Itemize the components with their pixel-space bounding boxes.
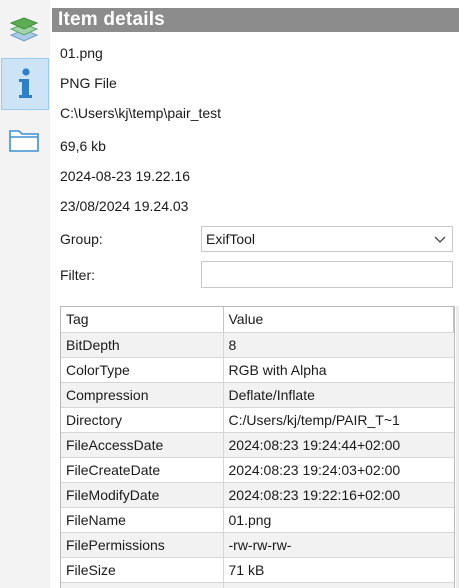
side-tab-info[interactable]	[1, 58, 49, 110]
file-type: PNG File	[60, 75, 117, 91]
side-tab-folder[interactable]	[0, 114, 48, 166]
file-modified-date: 2024-08-23 19.22.16	[60, 168, 190, 184]
filter-input[interactable]	[201, 261, 453, 288]
metadata-table: Tag Value BitDepth 8 ColorType RGB with Alp…	[60, 306, 455, 588]
table-row[interactable]: FileModifyDate 2024:08:23 19:22:16+02:00	[61, 482, 454, 508]
value-cell: 2024:08:23 19:22:16+02:00	[223, 482, 454, 508]
table-row[interactable]: ColorType RGB with Alpha	[61, 357, 454, 383]
table-row[interactable]: FilePermissions -rw-rw-rw-	[61, 532, 454, 558]
value-cell: 8	[223, 332, 454, 358]
value-cell: -rw-rw-rw-	[223, 532, 454, 558]
table-row[interactable]: FileCreateDate 2024:08:23 19:24:03+02:00	[61, 457, 454, 483]
value-cell: RGB with Alpha	[223, 357, 454, 383]
tag-cell	[61, 582, 224, 588]
tag-cell: FileCreateDate	[61, 457, 224, 483]
tag-cell: Compression	[61, 382, 224, 408]
table-row[interactable]	[61, 582, 454, 588]
tag-cell: FileName	[61, 507, 224, 533]
value-cell: 2024:08:23 19:24:44+02:00	[223, 432, 454, 458]
value-cell: 01.png	[223, 507, 454, 533]
column-header-tag[interactable]: Tag	[61, 307, 224, 333]
tag-cell: FileAccessDate	[61, 432, 224, 458]
value-cell	[223, 582, 454, 588]
column-header-value[interactable]: Value	[223, 307, 454, 333]
side-tab-layers[interactable]	[0, 4, 48, 56]
tag-cell: FileSize	[61, 557, 224, 583]
file-size: 69,6 kb	[60, 138, 106, 154]
filter-label: Filter:	[60, 267, 95, 283]
tag-cell: FileModifyDate	[61, 482, 224, 508]
group-label: Group:	[60, 231, 103, 247]
tag-cell: BitDepth	[61, 332, 224, 358]
item-details-panel: Item details 01.png PNG File C:\Users\kj…	[0, 0, 459, 588]
chevron-down-icon	[434, 236, 446, 243]
table-row[interactable]: FileSize 71 kB	[61, 557, 454, 583]
file-name: 01.png	[60, 45, 103, 61]
layers-icon	[9, 17, 39, 42]
table-row[interactable]: Compression Deflate/Inflate	[61, 382, 454, 408]
tag-cell: ColorType	[61, 357, 224, 383]
side-tab-strip	[0, 0, 50, 588]
value-cell: 2024:08:23 19:24:03+02:00	[223, 457, 454, 483]
file-created-date: 23/08/2024 19.24.03	[60, 198, 189, 214]
table-header-row: Tag Value	[61, 307, 454, 333]
value-cell: 71 kB	[223, 557, 454, 583]
group-select-value: ExifTool	[206, 231, 256, 247]
table-row[interactable]: BitDepth 8	[61, 332, 454, 358]
file-path: C:\Users\kj\temp\pair_test	[60, 105, 222, 121]
table-row[interactable]: FileName 01.png	[61, 507, 454, 533]
table-row[interactable]: FileAccessDate 2024:08:23 19:24:44+02:00	[61, 432, 454, 458]
tag-cell: FilePermissions	[61, 532, 224, 558]
panel-title: Item details	[52, 8, 459, 32]
value-cell: C:/Users/kj/temp/PAIR_T~1	[223, 407, 454, 433]
info-icon	[19, 68, 32, 98]
table-row[interactable]: Directory C:/Users/kj/temp/PAIR_T~1	[61, 407, 454, 433]
group-select[interactable]: ExifTool	[201, 226, 453, 252]
value-cell: Deflate/Inflate	[223, 382, 454, 408]
tag-cell: Directory	[61, 407, 224, 433]
folder-icon	[9, 130, 39, 152]
